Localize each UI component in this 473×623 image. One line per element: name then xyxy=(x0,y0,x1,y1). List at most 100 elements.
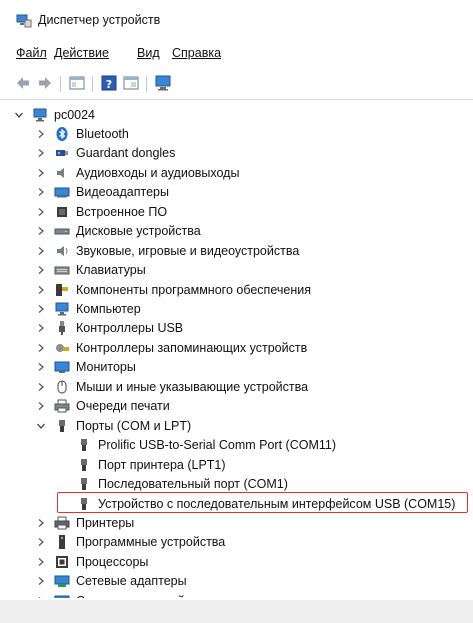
tree-category-item[interactable]: Аудиовходы и аудиовыходы xyxy=(36,163,239,182)
network-adapter-icon xyxy=(54,573,70,589)
chevron-right-icon[interactable] xyxy=(36,382,46,392)
keyboard-icon xyxy=(54,262,70,278)
highlight-box xyxy=(57,492,468,513)
tree-category-item[interactable]: Звуковые, игровые и видеоустройства xyxy=(36,241,299,260)
tree-category-item[interactable]: Программные устройства xyxy=(36,533,225,552)
tree-item-label: Компоненты программного обеспечения xyxy=(76,282,311,297)
tree-item-label: Порты (COM и LPT) xyxy=(76,418,192,433)
chevron-right-icon[interactable] xyxy=(36,304,46,314)
toolbar-separator xyxy=(60,76,61,92)
properties-icon[interactable] xyxy=(68,74,86,92)
tree-category-item[interactable]: Встроенное ПО xyxy=(36,202,167,221)
speaker-icon xyxy=(54,165,70,181)
tree-category-item[interactable]: Мыши и иные указывающие устройства xyxy=(36,377,308,396)
chevron-right-icon[interactable] xyxy=(36,226,46,236)
chevron-right-icon[interactable] xyxy=(36,148,46,158)
device-manager-window: Диспетчер устройств Файл Действие Вид Сп… xyxy=(0,0,473,623)
software-component-icon xyxy=(54,282,70,298)
tree-category-item[interactable]: Компьютер xyxy=(36,300,141,319)
chevron-right-icon[interactable] xyxy=(36,596,46,598)
tree-device-item[interactable]: Порт принтера (LPT1) xyxy=(76,455,226,474)
device-tree: pc0024 Bluetooth Guardant dongles Аудиовход… xyxy=(0,103,473,598)
tree-category-item[interactable]: Сетевые адаптеры xyxy=(36,572,187,591)
tree-item-label: Встроенное ПО xyxy=(76,204,168,219)
chevron-right-icon[interactable] xyxy=(36,285,46,295)
tree-category-item[interactable]: Видеоадаптеры xyxy=(36,183,169,202)
chevron-right-icon[interactable] xyxy=(36,246,46,256)
tree-item-label: Контроллеры запоминающих устройств xyxy=(76,340,308,355)
window-title: Диспетчер устройств xyxy=(38,13,161,27)
print-queue-icon xyxy=(54,398,70,414)
software-device-icon xyxy=(54,534,70,550)
menu-file[interactable]: Файл xyxy=(16,46,47,60)
tree-item-label: Мыши и иные указывающие устройства xyxy=(76,379,309,394)
toolbar-separator xyxy=(146,76,147,92)
tree-category-item[interactable]: Клавиатуры xyxy=(36,261,146,280)
chevron-right-icon[interactable] xyxy=(36,557,46,567)
system-device-icon xyxy=(54,593,70,598)
chevron-right-icon[interactable] xyxy=(36,576,46,586)
sound-icon xyxy=(54,243,70,259)
tree-category-item[interactable]: Процессоры xyxy=(36,552,148,571)
tree-category-item[interactable]: Мониторы xyxy=(36,358,136,377)
monitor-icon xyxy=(54,359,70,375)
tree-item-label: Дисковые устройства xyxy=(76,224,201,239)
chevron-right-icon[interactable] xyxy=(36,129,46,139)
tree-item-label: pc0024 xyxy=(54,107,96,122)
computer-icon xyxy=(54,301,70,317)
tree-item-label: Очереди печати xyxy=(76,399,170,414)
tree-category-item[interactable]: Принтеры xyxy=(36,513,134,532)
chevron-down-icon[interactable] xyxy=(36,421,46,431)
tree-item-label: Контроллеры USB xyxy=(76,321,184,336)
port-icon xyxy=(76,457,92,473)
tree-category-item[interactable]: Guardant dongles xyxy=(36,144,175,163)
port-icon xyxy=(76,476,92,492)
tree-category-item[interactable]: Bluetooth xyxy=(36,124,129,143)
tree-root[interactable]: pc0024 xyxy=(14,105,95,124)
help-icon[interactable]: ? xyxy=(100,74,118,92)
tree-device-item[interactable]: Prolific USB-to-Serial Comm Port (COM11) xyxy=(76,436,336,455)
back-icon[interactable] xyxy=(14,74,32,92)
tree-category-item[interactable]: Контроллеры запоминающих устройств xyxy=(36,338,307,357)
tree-item-label: Компьютер xyxy=(76,302,141,316)
monitor-icon[interactable] xyxy=(154,74,172,92)
bluetooth-icon xyxy=(54,126,70,142)
forward-icon[interactable] xyxy=(36,74,54,92)
tree-category-item[interactable]: Очереди печати xyxy=(36,397,170,416)
computer-icon xyxy=(32,107,48,123)
chevron-right-icon[interactable] xyxy=(36,537,46,547)
tree-item-label: Видеоадаптеры xyxy=(76,185,169,200)
display-adapter-icon xyxy=(54,184,70,200)
chevron-right-icon[interactable] xyxy=(36,518,46,528)
tree-item-label: Guardant dongles xyxy=(76,146,176,161)
tree-item-label: Процессоры xyxy=(76,554,149,569)
tree-item-label: Звуковые, игровые и видеоустройства xyxy=(76,243,300,258)
chevron-right-icon[interactable] xyxy=(36,187,46,197)
update-driver-icon[interactable] xyxy=(122,74,140,92)
chevron-right-icon[interactable] xyxy=(36,401,46,411)
tree-item-label: Порт принтера (LPT1) xyxy=(98,457,226,472)
tree-item-label: Bluetooth xyxy=(76,126,129,141)
status-bar xyxy=(0,600,473,623)
menu-help[interactable]: Справка xyxy=(172,46,221,60)
storage-controller-icon xyxy=(54,340,70,356)
tree-category-item[interactable]: Контроллеры USB xyxy=(36,319,183,338)
menu-action[interactable]: Действие xyxy=(54,46,109,60)
tree-category-item[interactable]: Дисковые устройства xyxy=(36,222,201,241)
chevron-right-icon[interactable] xyxy=(36,323,46,333)
chevron-right-icon[interactable] xyxy=(36,362,46,372)
tree-category-item[interactable]: Компоненты программного обеспечения xyxy=(36,280,311,299)
disk-icon xyxy=(54,223,70,239)
tree-category-item[interactable]: Системные устройства xyxy=(36,591,210,598)
tree-device-item[interactable]: Последовательный порт (COM1) xyxy=(76,475,288,494)
toolbar: ? xyxy=(0,72,473,94)
port-icon xyxy=(54,418,70,434)
tree-category-item[interactable]: Порты (COM и LPT) xyxy=(36,416,191,435)
chevron-right-icon[interactable] xyxy=(36,168,46,178)
chevron-right-icon[interactable] xyxy=(36,265,46,275)
chevron-right-icon[interactable] xyxy=(36,207,46,217)
menu-view[interactable]: Вид xyxy=(137,46,160,60)
port-icon xyxy=(76,437,92,453)
chevron-right-icon[interactable] xyxy=(36,343,46,353)
chevron-down-icon[interactable] xyxy=(14,110,24,120)
